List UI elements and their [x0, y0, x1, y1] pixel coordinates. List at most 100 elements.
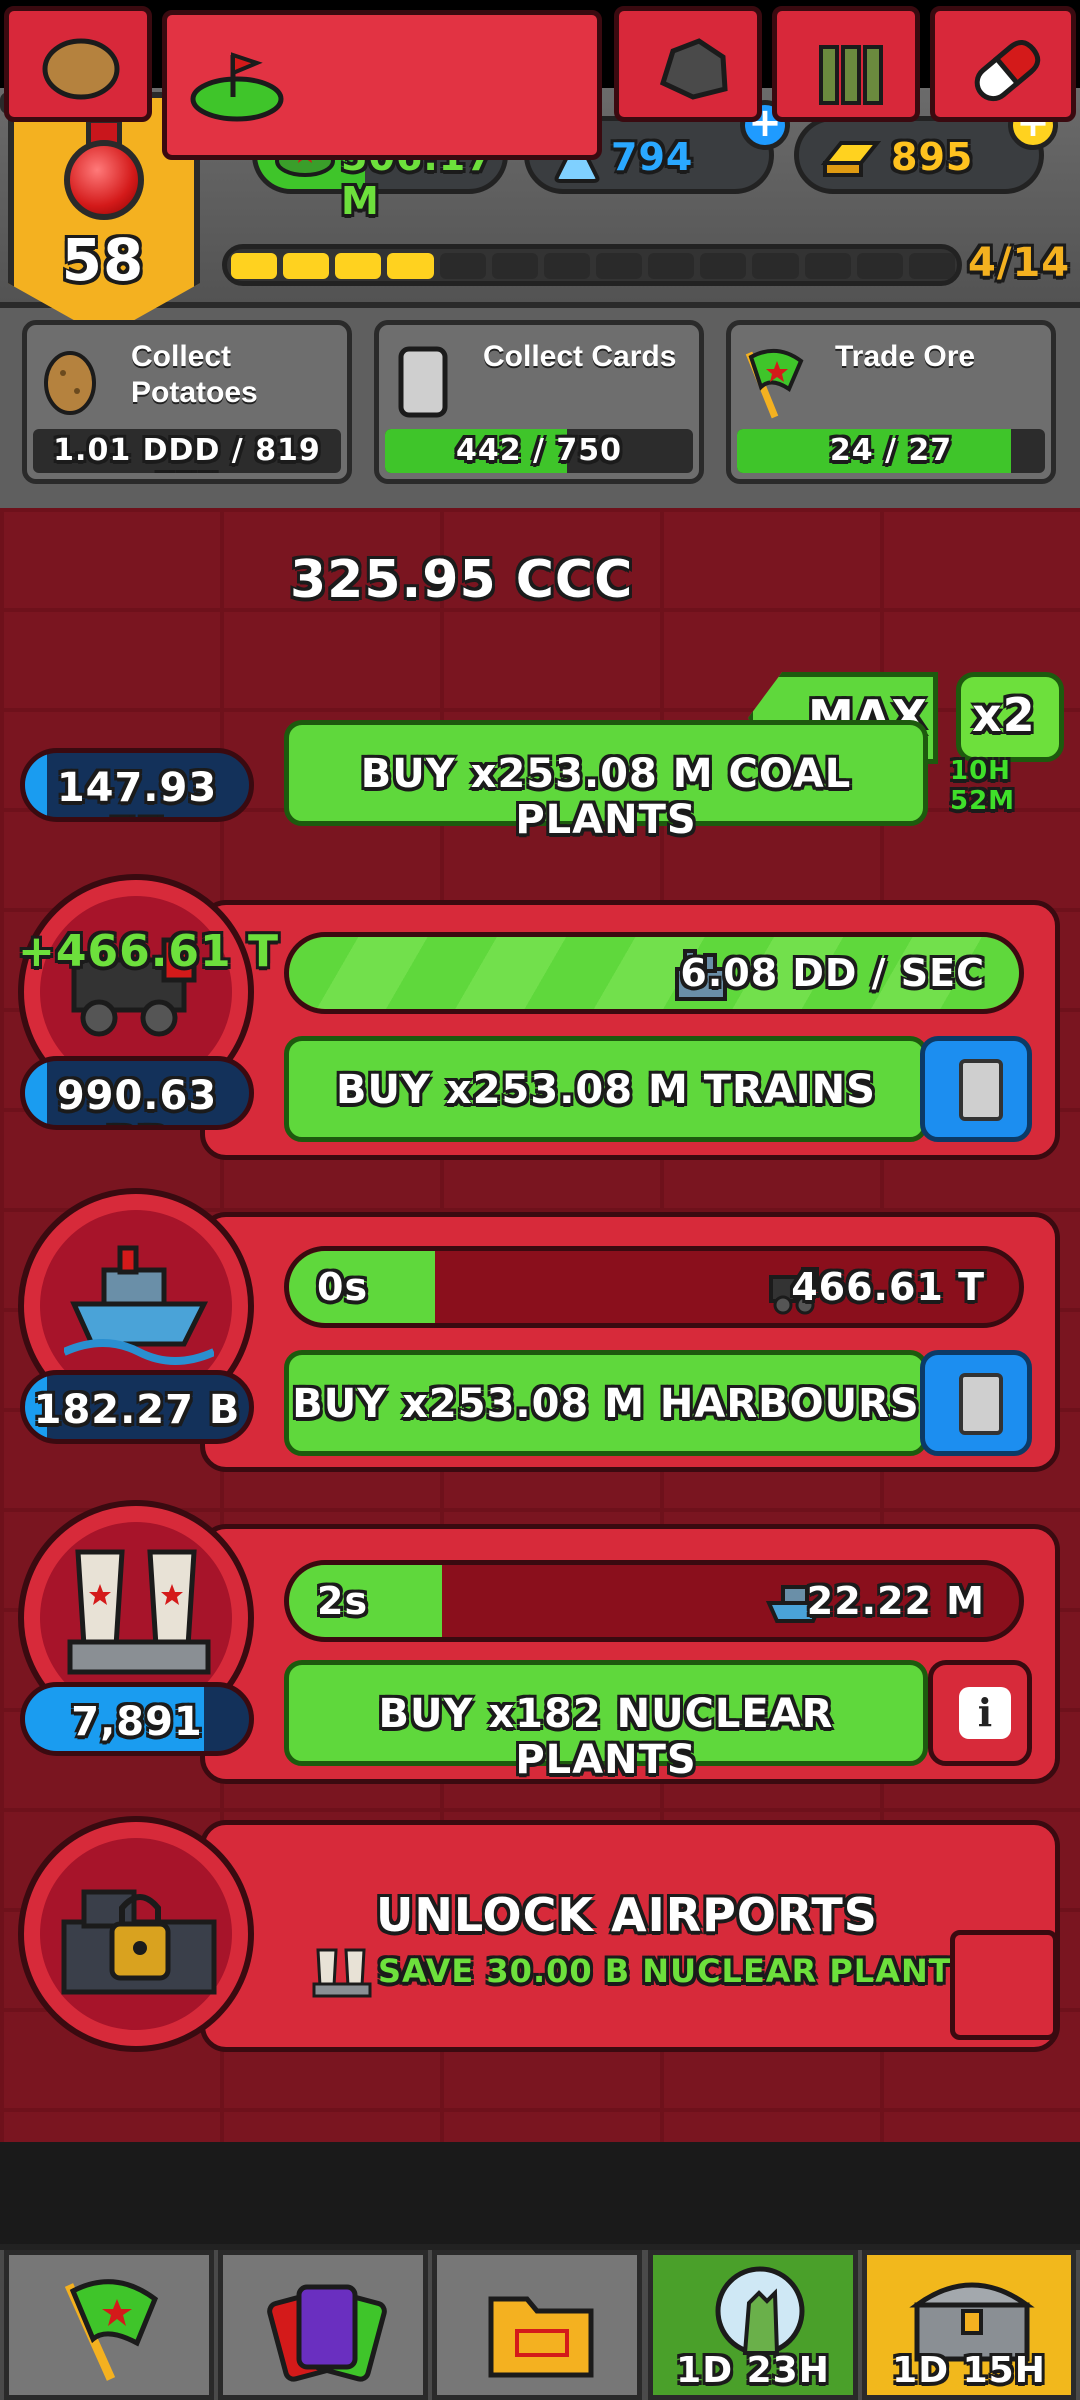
locked-airport-icon: [61, 1889, 217, 1995]
gold-amount: 895: [891, 135, 974, 179]
buy-harbours-label: BUY x253.08 M HARBOURS: [292, 1381, 920, 1427]
x2-timer: 10H 52M: [950, 756, 1016, 816]
potato-icon: [44, 351, 96, 415]
trains-production-bar: 6.08 DD / SEC: [284, 932, 1024, 1014]
x2-label: x2: [972, 688, 1036, 742]
science-amount: 794: [611, 135, 694, 179]
bullets-icon: [819, 45, 883, 105]
xp-segment: [439, 253, 486, 279]
harbours-produces: 466.61 T: [791, 1265, 985, 1309]
treasure-timer: 1D 15H: [892, 2350, 1046, 2391]
airports-circle[interactable]: [18, 1816, 254, 2052]
gold-bar-icon: [820, 141, 881, 177]
xp-progress-bar: [222, 244, 962, 286]
potato-icon: [42, 38, 120, 100]
nuclear-owned-counter: 7,891: [20, 1682, 254, 1756]
card-icon: [398, 346, 448, 418]
trains-owned-counter: 990.63 BB: [20, 1056, 254, 1130]
xp-segment: [231, 253, 278, 279]
quest-progress-value: 442 / 750: [455, 433, 623, 468]
nav-folder[interactable]: [432, 2250, 642, 2400]
harbours-owned: 182.27 B: [33, 1387, 241, 1433]
flag-icon: [64, 2279, 159, 2381]
harbours-owned-counter: 182.27 B: [20, 1370, 254, 1444]
buy-coal-button[interactable]: BUY x253.08 M COAL PLANTS: [284, 720, 928, 843]
pill-icon: [974, 40, 1041, 102]
xp-segment: [700, 253, 747, 279]
buy-trains-button[interactable]: BUY x253.08 M TRAINS: [284, 1036, 928, 1142]
xp-segment: [908, 253, 955, 279]
nuclear-timer: 2s: [317, 1579, 369, 1623]
card-icon: [959, 1373, 1003, 1435]
tab-potatoes[interactable]: [4, 6, 152, 122]
quest-progress-value: 1.01 DDD / 819 EEE: [53, 433, 321, 473]
quest-progress-bar: 24 / 27: [737, 429, 1045, 473]
xp-segment: [387, 253, 434, 279]
nuclear-production-bar: 2s 22.22 M: [284, 1560, 1024, 1642]
xp-segment: [543, 253, 590, 279]
xp-segment: [283, 253, 330, 279]
unlock-airports-title: UNLOCK AIRPORTS: [376, 1888, 878, 1942]
zombie-event-timer: 1D 23H: [676, 2350, 830, 2391]
airports-side-plate: [950, 1930, 1058, 2040]
coal-owned-counter: 147.93 FF: [20, 748, 254, 822]
flag-icon: [745, 349, 804, 419]
nav-flag[interactable]: [4, 2250, 214, 2400]
harbours-card-button[interactable]: [920, 1350, 1032, 1456]
cards-icon: [267, 2284, 387, 2382]
nuclear-plant-icon: [67, 1549, 211, 1675]
cash-field-icon: [190, 52, 284, 122]
tab-cash[interactable]: [162, 10, 602, 160]
tab-ore[interactable]: [614, 6, 762, 122]
tab-pills[interactable]: [930, 6, 1076, 122]
quest-collect-cards[interactable]: Collect Cards 442 / 750: [374, 320, 704, 484]
active-resource-amount: 325.95 CCC: [290, 550, 634, 610]
xp-segment: [856, 253, 903, 279]
nuclear-info-button[interactable]: i: [928, 1660, 1032, 1766]
quest-label-line1: Collect Cards: [483, 340, 677, 373]
info-icon: i: [959, 1687, 1011, 1739]
nuclear-owned: 7,891: [71, 1699, 203, 1745]
nuclear-plant-icon: [312, 1948, 372, 1998]
nuclear-produces: 22.22 M: [806, 1579, 985, 1623]
xp-segment: [596, 253, 643, 279]
xp-segment: [648, 253, 695, 279]
trains-card-button[interactable]: [920, 1036, 1032, 1142]
harbours-timer: 0s: [317, 1265, 369, 1309]
buy-coal-label: BUY x253.08 M COAL PLANTS: [360, 751, 852, 843]
xp-progress-count: 4/14: [968, 240, 1071, 286]
buy-nuclear-label: BUY x182 NUCLEAR PLANTS: [378, 1691, 834, 1783]
quest-label-line1: Trade Ore: [835, 340, 976, 373]
unlock-airports-requirement: SAVE 30.00 B NUCLEAR PLANTS: [378, 1952, 976, 1990]
harbours-production-bar: 0s 466.61 T: [284, 1246, 1024, 1328]
quest-progress-bar: 442 / 750: [385, 429, 693, 473]
zombie-globe-icon: [715, 2266, 805, 2356]
player-level: 58: [61, 226, 145, 294]
xp-segment: [335, 253, 382, 279]
buy-trains-label: BUY x253.08 M TRAINS: [336, 1067, 876, 1113]
xp-segment: [804, 253, 851, 279]
ore-icon: [659, 38, 728, 100]
buy-harbours-button[interactable]: BUY x253.08 M HARBOURS: [284, 1350, 928, 1456]
xp-segment: [491, 253, 538, 279]
trains-rate: 6.08 DD / SEC: [680, 951, 985, 995]
medal-icon: [64, 140, 144, 220]
quest-label-line1: Collect: [131, 340, 232, 373]
trains-owned: 990.63 BB: [56, 1073, 218, 1125]
nav-zombie-event[interactable]: 1D 23H: [648, 2250, 858, 2400]
nav-treasure[interactable]: 1D 15H: [862, 2250, 1076, 2400]
card-icon: [959, 1059, 1003, 1121]
quest-trade-ore[interactable]: Trade Ore 24 / 27: [726, 320, 1056, 484]
buy-nuclear-button[interactable]: BUY x182 NUCLEAR PLANTS: [284, 1660, 928, 1783]
nav-cards[interactable]: [218, 2250, 428, 2400]
trains-float-gain: +466.61 T: [18, 926, 279, 977]
gold-counter[interactable]: 895: [794, 116, 1044, 194]
quest-label-line2: Potatoes: [131, 376, 258, 409]
ship-icon: [64, 1245, 214, 1365]
tab-bullets[interactable]: [772, 6, 920, 122]
xp-segment: [752, 253, 799, 279]
quest-collect-potatoes[interactable]: Collect Potatoes 1.01 DDD / 819 EEE: [22, 320, 352, 484]
coal-owned: 147.93 FF: [56, 765, 218, 817]
folder-icon: [488, 2296, 594, 2378]
quest-progress-value: 24 / 27: [829, 433, 953, 468]
